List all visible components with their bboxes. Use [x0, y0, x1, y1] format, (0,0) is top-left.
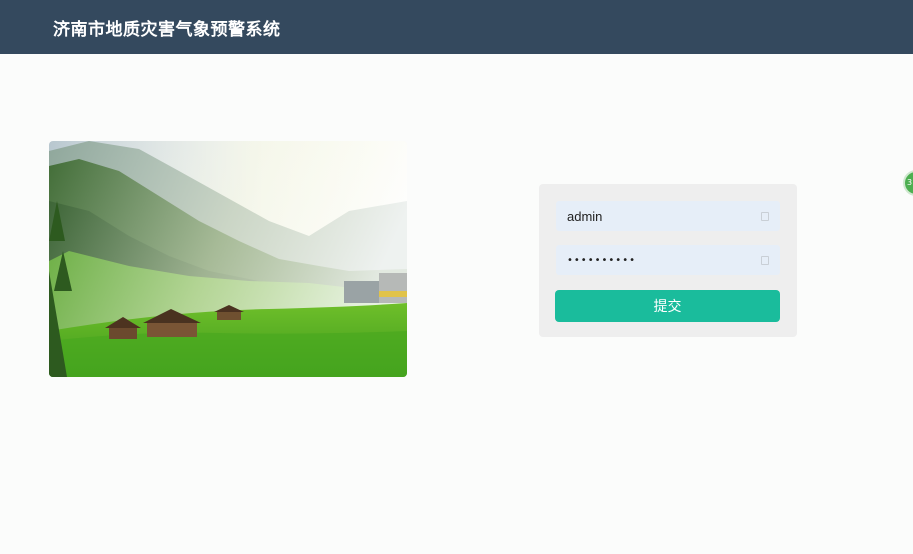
username-field	[556, 201, 780, 231]
login-panel: 提交	[539, 184, 797, 337]
floating-badge[interactable]: 3	[903, 170, 913, 196]
floating-badge-label: 3	[907, 178, 913, 187]
app-title: 济南市地质灾害气象预警系统	[53, 20, 281, 40]
username-input[interactable]	[556, 201, 752, 231]
submit-button[interactable]: 提交	[555, 290, 780, 322]
password-field	[556, 245, 780, 275]
top-bar: 济南市地质灾害气象预警系统	[0, 0, 913, 54]
password-input[interactable]	[556, 245, 752, 275]
landscape-image	[49, 141, 407, 377]
user-icon	[761, 212, 769, 221]
lock-icon	[761, 256, 769, 265]
